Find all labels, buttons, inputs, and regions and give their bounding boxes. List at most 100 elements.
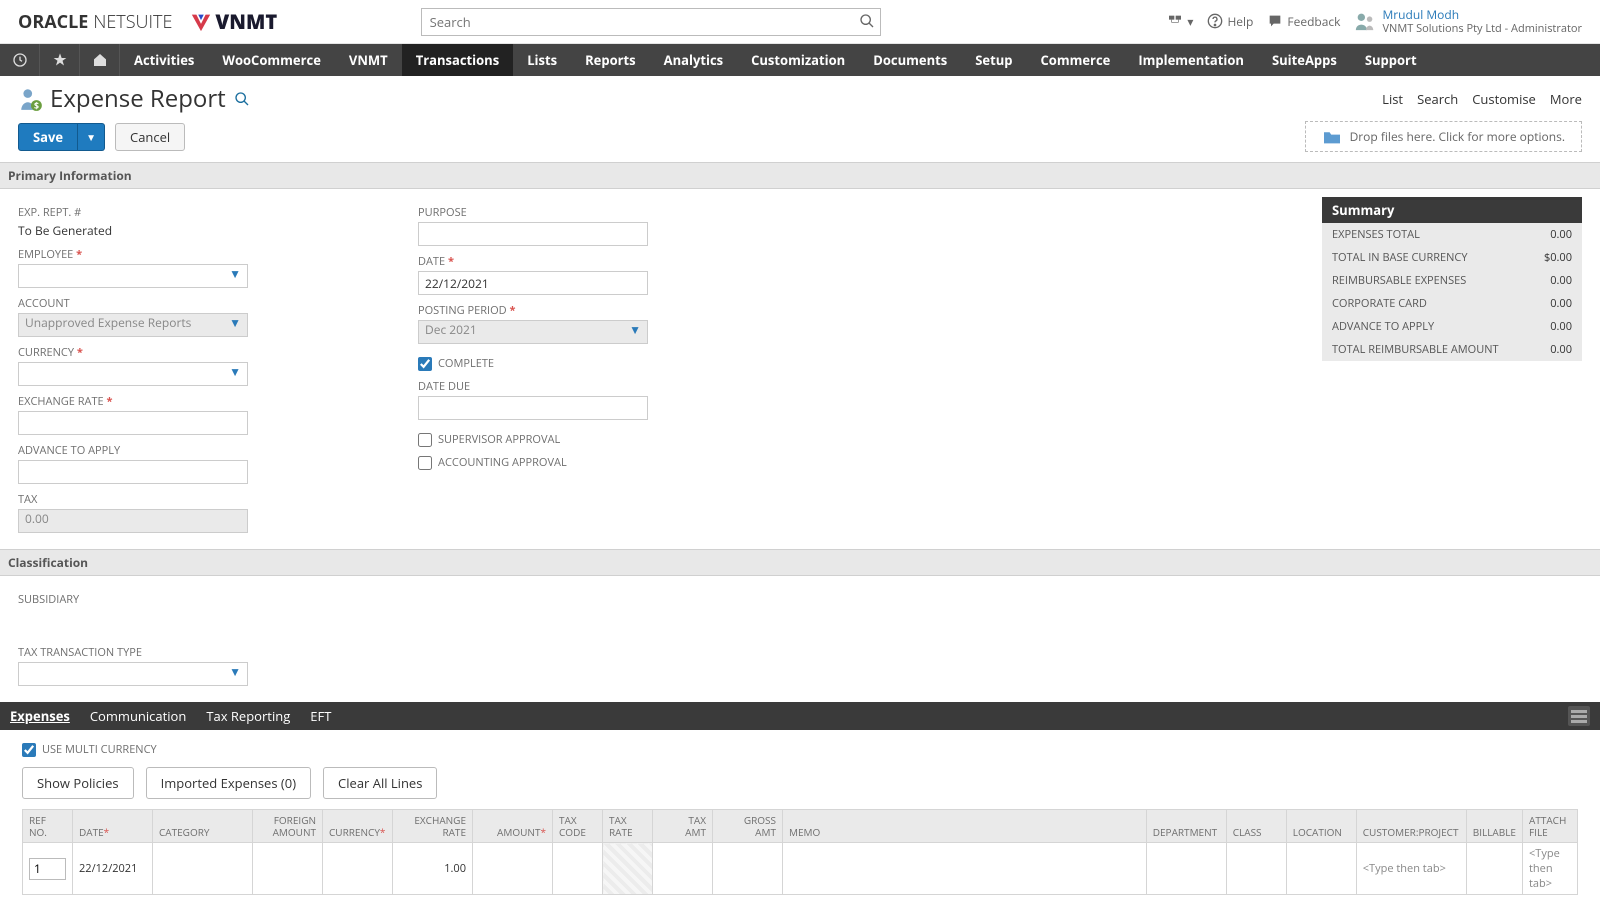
nav-implementation[interactable]: Implementation: [1124, 44, 1258, 76]
tab-communication[interactable]: Communication: [90, 707, 186, 725]
tab-expenses[interactable]: Expenses: [10, 707, 70, 725]
col-exchange-rate[interactable]: EXCHANGERATE: [393, 810, 473, 843]
tax-field: 0.00: [18, 509, 248, 533]
col-customer-project[interactable]: CUSTOMER:PROJECT: [1356, 810, 1466, 843]
nav-vnmt[interactable]: VNMT: [335, 44, 402, 76]
sublist-btn-clear-all-lines[interactable]: Clear All Lines: [323, 767, 437, 799]
exchange-rate-field[interactable]: [18, 411, 248, 435]
row-billable[interactable]: [1466, 843, 1522, 895]
row-date[interactable]: 22/12/2021: [73, 843, 153, 895]
row-memo[interactable]: [783, 843, 1147, 895]
row-attach-file[interactable]: <Type then tab>: [1523, 843, 1578, 895]
save-dropdown-button[interactable]: ▼: [78, 123, 105, 151]
row-tax-code[interactable]: [553, 843, 603, 895]
nav-analytics[interactable]: Analytics: [650, 44, 737, 76]
row-foreign-amount[interactable]: [253, 843, 323, 895]
col-date[interactable]: DATE*: [73, 810, 153, 843]
expenses-sublist: USE MULTI CURRENCY Show PoliciesImported…: [0, 730, 1600, 905]
col-memo[interactable]: MEMO: [783, 810, 1147, 843]
home-icon[interactable]: [80, 44, 120, 76]
nav-setup[interactable]: Setup: [961, 44, 1026, 76]
page-header: $ Expense Report ListSearchCustomiseMore: [0, 76, 1600, 115]
col-tax-amt[interactable]: TAXAMT: [653, 810, 713, 843]
col-attach-file[interactable]: ATTACHFILE: [1523, 810, 1578, 843]
nav-support[interactable]: Support: [1351, 44, 1431, 76]
row-customer-project[interactable]: <Type then tab>: [1356, 843, 1466, 895]
roles-icon[interactable]: ▾: [1167, 13, 1193, 30]
col-foreign-amount[interactable]: FOREIGNAMOUNT: [253, 810, 323, 843]
summary-title: Summary: [1322, 197, 1582, 223]
dropzone-text: Drop files here. Click for more options.: [1350, 128, 1565, 145]
tab-eft[interactable]: EFT: [310, 707, 331, 725]
col-currency[interactable]: CURRENCY*: [323, 810, 393, 843]
tax-transaction-type-field[interactable]: ▼: [18, 662, 248, 686]
col-ref-no-[interactable]: REFNO.: [23, 810, 73, 843]
row-category[interactable]: [153, 843, 253, 895]
cancel-button[interactable]: Cancel: [115, 123, 185, 151]
tax-transaction-type-label: TAX TRANSACTION TYPE: [18, 645, 1582, 660]
row-amount[interactable]: [473, 843, 553, 895]
complete-checkbox[interactable]: [418, 357, 432, 371]
nav-activities[interactable]: Activities: [120, 44, 208, 76]
posting-period-field[interactable]: Dec 2021▼: [418, 320, 648, 344]
advance-to-apply-field[interactable]: [18, 460, 248, 484]
recent-records-icon[interactable]: [0, 44, 40, 76]
nav-customization[interactable]: Customization: [737, 44, 859, 76]
sublist-btn-show-policies[interactable]: Show Policies: [22, 767, 134, 799]
col-tax-code[interactable]: TAXCODE: [553, 810, 603, 843]
favorites-icon[interactable]: [40, 44, 80, 76]
employee-field[interactable]: ▼: [18, 264, 248, 288]
ref-no-input[interactable]: [29, 858, 66, 880]
currency-field[interactable]: ▼: [18, 362, 248, 386]
save-button[interactable]: Save: [18, 123, 78, 151]
use-multi-currency-checkbox[interactable]: [22, 743, 36, 757]
col-class[interactable]: CLASS: [1226, 810, 1286, 843]
feedback-link[interactable]: Feedback: [1267, 13, 1340, 30]
nav-woocommerce[interactable]: WooCommerce: [208, 44, 334, 76]
complete-label: COMPLETE: [438, 356, 494, 371]
col-location[interactable]: LOCATION: [1286, 810, 1356, 843]
nav-reports[interactable]: Reports: [571, 44, 650, 76]
col-tax-rate[interactable]: TAXRATE: [603, 810, 653, 843]
page-link-more[interactable]: More: [1550, 90, 1582, 108]
search-input[interactable]: [421, 8, 881, 36]
col-amount[interactable]: AMOUNT*: [473, 810, 553, 843]
search-icon[interactable]: [859, 13, 875, 29]
user-menu[interactable]: Mrudul Modh VNMT Solutions Pty Ltd - Adm…: [1354, 8, 1582, 36]
page-link-search[interactable]: Search: [1417, 90, 1458, 108]
row-class[interactable]: [1226, 843, 1286, 895]
row-tax-amt[interactable]: [653, 843, 713, 895]
table-row[interactable]: 22/12/2021 1.00 <Type then tab> <Type th…: [23, 843, 1578, 895]
row-gross-amt[interactable]: [713, 843, 783, 895]
purpose-field[interactable]: [418, 222, 648, 246]
file-dropzone[interactable]: Drop files here. Click for more options.: [1305, 121, 1582, 152]
account-field[interactable]: Unapproved Expense Reports▼: [18, 313, 248, 337]
nav-transactions[interactable]: Transactions: [402, 44, 514, 76]
accounting-approval-checkbox[interactable]: [418, 456, 432, 470]
expand-sublist-icon[interactable]: [1568, 706, 1590, 726]
tab-tax-reporting[interactable]: Tax Reporting: [206, 707, 290, 725]
nav-lists[interactable]: Lists: [513, 44, 571, 76]
nav-suiteapps[interactable]: SuiteApps: [1258, 44, 1351, 76]
summary-row: TOTAL IN BASE CURRENCY$0.00: [1322, 246, 1582, 269]
nav-documents[interactable]: Documents: [859, 44, 961, 76]
row-department[interactable]: [1146, 843, 1226, 895]
row-currency[interactable]: [323, 843, 393, 895]
summary-row: ADVANCE TO APPLY0.00: [1322, 315, 1582, 338]
sublist-btn-imported-expenses-0-[interactable]: Imported Expenses (0): [146, 767, 311, 799]
col-department[interactable]: DEPARTMENT: [1146, 810, 1226, 843]
page-link-customise[interactable]: Customise: [1472, 90, 1536, 108]
col-billable[interactable]: BILLABLE: [1466, 810, 1522, 843]
nav-commerce[interactable]: Commerce: [1027, 44, 1125, 76]
summary-panel: Summary EXPENSES TOTAL0.00TOTAL IN BASE …: [1322, 197, 1582, 533]
help-link[interactable]: Help: [1207, 13, 1253, 30]
row-location[interactable]: [1286, 843, 1356, 895]
row-exchange-rate[interactable]: 1.00: [393, 843, 473, 895]
supervisor-approval-checkbox[interactable]: [418, 433, 432, 447]
date-due-field[interactable]: [418, 396, 648, 420]
date-field[interactable]: [418, 271, 648, 295]
col-category[interactable]: CATEGORY: [153, 810, 253, 843]
page-search-icon[interactable]: [234, 91, 250, 107]
page-link-list[interactable]: List: [1382, 90, 1403, 108]
col-gross-amt[interactable]: GROSSAMT: [713, 810, 783, 843]
